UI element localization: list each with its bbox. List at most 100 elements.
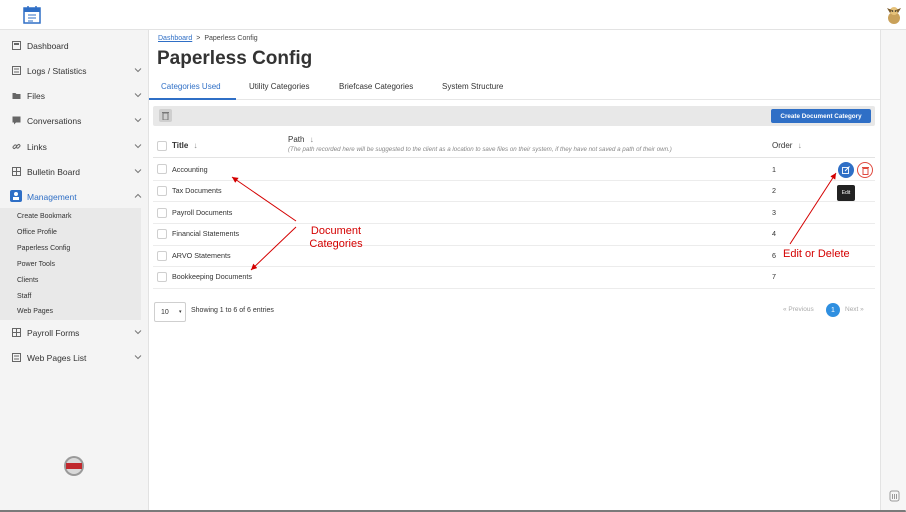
delete-button[interactable] (857, 162, 873, 178)
breadcrumb-link-dashboard[interactable]: Dashboard (158, 35, 192, 42)
bulk-delete-button[interactable] (159, 109, 172, 122)
edit-icon (842, 166, 850, 174)
row-divider (153, 288, 875, 289)
page-title: Paperless Config (157, 48, 313, 69)
sort-arrow-icon: ↓ (309, 135, 314, 144)
row-title-bookkeeping-documents[interactable]: Bookkeeping Documents (172, 272, 252, 281)
sidebar-item-label: Files (27, 91, 45, 101)
sidebar-item-label: Web Pages List (27, 353, 87, 363)
chevron-down-icon[interactable] (134, 328, 142, 336)
select-all-checkbox[interactable] (157, 141, 167, 151)
row-divider (153, 245, 875, 246)
row-divider (153, 180, 875, 181)
path-help-text: (The path recorded here will be suggeste… (288, 146, 672, 153)
row-order: 7 (772, 272, 776, 281)
row-title-arvo-statements[interactable]: ARVO Statements (172, 251, 231, 260)
table-icon (12, 328, 21, 337)
column-header-path[interactable]: Path ↓ (288, 135, 314, 144)
management-icon (10, 190, 22, 202)
breadcrumb-separator: > (196, 35, 201, 42)
row-title-payroll-documents[interactable]: Payroll Documents (172, 208, 232, 217)
sidebar-item-label: Payroll Forms (27, 328, 80, 338)
link-icon (12, 144, 21, 149)
submenu-item-create-bookmark[interactable]: Create Bookmark (17, 213, 71, 220)
row-title-financial-statements[interactable]: Financial Statements (172, 229, 239, 238)
sidebar-item-conversations[interactable]: Conversations (0, 110, 149, 132)
calendar-logo-icon[interactable] (22, 5, 42, 25)
page-length-select[interactable]: 10 ▾ (154, 302, 186, 322)
column-header-title[interactable]: Title ↓ (172, 141, 198, 150)
submenu-item-staff[interactable]: Staff (17, 293, 31, 300)
chevron-down-icon[interactable] (134, 167, 142, 175)
mascot-avatar-icon[interactable] (883, 4, 905, 26)
row-checkbox[interactable] (157, 208, 167, 218)
submenu-item-clients[interactable]: Clients (17, 277, 38, 284)
chevron-down-icon[interactable] (134, 142, 142, 150)
list-icon (12, 353, 21, 362)
submenu-item-office-profile[interactable]: Office Profile (17, 229, 57, 236)
sidebar-item-label: Logs / Statistics (27, 66, 87, 76)
logs-icon (12, 66, 21, 75)
row-divider (153, 266, 875, 267)
pagination-page-1[interactable]: 1 (826, 303, 840, 317)
sidebar-item-web-pages-list[interactable]: Web Pages List (0, 347, 149, 369)
sidebar-item-links[interactable]: Links (0, 136, 149, 158)
row-checkbox[interactable] (157, 229, 167, 239)
chevron-down-icon[interactable] (134, 66, 142, 74)
breadcrumb-current: Paperless Config (204, 35, 258, 42)
row-checkbox[interactable] (157, 164, 167, 174)
edit-tooltip: Edit (837, 185, 855, 201)
row-title-tax-documents[interactable]: Tax Documents (172, 186, 222, 195)
chevron-down-icon[interactable] (134, 353, 142, 361)
row-title-accounting[interactable]: Accounting (172, 165, 208, 174)
row-order: 2 (772, 186, 776, 195)
annotation-edit-or-delete: Edit or Delete (783, 248, 850, 260)
chevron-down-icon[interactable] (134, 116, 142, 124)
sidebar-item-payroll-forms[interactable]: Payroll Forms (0, 322, 149, 344)
edit-button[interactable] (838, 162, 854, 178)
chat-icon (12, 116, 21, 125)
sidebar-item-label: Conversations (27, 116, 82, 126)
trash-icon[interactable] (889, 490, 900, 502)
row-order: 3 (772, 208, 776, 217)
sidebar-item-bulletin-board[interactable]: Bulletin Board (0, 161, 149, 183)
annotation-document-categories: Document Categories (303, 225, 369, 251)
row-checkbox[interactable] (157, 272, 167, 282)
sidebar-item-label: Bulletin Board (27, 167, 80, 177)
annotation-line-2: Categories (309, 238, 363, 250)
sidebar-item-management[interactable]: Management (0, 186, 149, 208)
submenu-item-web-pages[interactable]: Web Pages (17, 308, 53, 315)
chevron-up-icon[interactable] (134, 192, 142, 200)
annotation-line-1: Document (310, 225, 362, 237)
tab-system-structure[interactable]: System Structure (442, 82, 503, 91)
row-checkbox[interactable] (157, 186, 167, 196)
dropdown-arrow-icon: ▾ (179, 309, 182, 315)
sidebar-item-label: Dashboard (27, 41, 69, 51)
sidebar-item-files[interactable]: Files (0, 85, 149, 107)
sidebar-item-label: Management (27, 192, 77, 202)
sort-arrow-icon: ↓ (193, 141, 198, 150)
tab-categories-used[interactable]: Categories Used (161, 82, 221, 91)
chevron-down-icon[interactable] (134, 91, 142, 99)
folder-icon (12, 93, 21, 99)
sidebar-item-dashboard[interactable]: Dashboard (0, 35, 149, 57)
column-header-path-label: Path (288, 135, 305, 144)
row-checkbox[interactable] (157, 251, 167, 261)
tab-utility-categories[interactable]: Utility Categories (249, 82, 309, 91)
create-document-category-button[interactable]: Create Document Category (771, 109, 871, 123)
tab-briefcase-categories[interactable]: Briefcase Categories (339, 82, 413, 91)
column-header-title-label: Title (172, 141, 189, 150)
submenu-item-paperless-config[interactable]: Paperless Config (17, 245, 70, 252)
column-header-order[interactable]: Order ↓ (772, 141, 802, 150)
row-order: 1 (772, 165, 776, 174)
pagination-next[interactable]: Next » (845, 306, 864, 313)
pagination-previous[interactable]: « Previous (783, 306, 814, 313)
row-divider (153, 223, 875, 224)
company-badge-logo (64, 456, 84, 476)
sidebar-item-logs-statistics[interactable]: Logs / Statistics (0, 60, 149, 82)
breadcrumb: Dashboard > Paperless Config (158, 35, 258, 42)
main-content (149, 30, 880, 510)
column-header-order-label: Order (772, 141, 793, 150)
active-tab-indicator (149, 98, 236, 100)
submenu-item-power-tools[interactable]: Power Tools (17, 261, 55, 268)
